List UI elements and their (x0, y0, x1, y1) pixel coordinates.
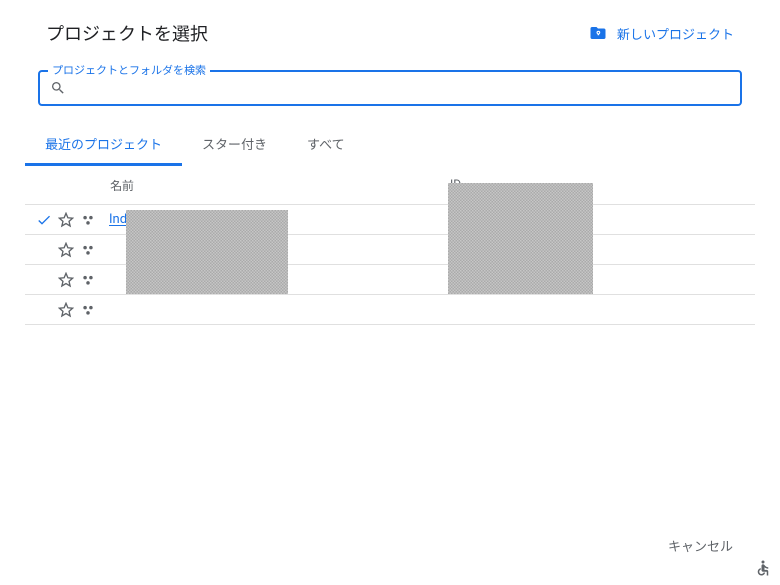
column-header-name[interactable]: 名前 (110, 177, 450, 194)
search-container: プロジェクトとフォルダを検索 (38, 70, 742, 106)
help-icon[interactable]: ? (164, 213, 178, 227)
project-type-icon (77, 303, 99, 317)
star-icon[interactable] (55, 272, 77, 288)
star-icon[interactable] (55, 212, 77, 228)
project-type-icon (77, 273, 99, 287)
star-icon[interactable] (55, 302, 77, 318)
table-header: 名前 ID (25, 167, 755, 205)
project-type-icon (77, 213, 99, 227)
new-project-button[interactable]: 新しいプロジェクト (589, 24, 734, 43)
project-table: 名前 ID Indexing ? (25, 167, 755, 325)
tabs: 最近のプロジェクト スター付き すべて (25, 124, 755, 167)
search-input[interactable] (74, 80, 730, 96)
search-icon (50, 80, 66, 96)
project-name-link[interactable]: Indexing (109, 212, 158, 227)
new-project-label: 新しいプロジェクト (617, 24, 734, 43)
cancel-button[interactable]: キャンセル (656, 528, 745, 563)
tab-recent[interactable]: 最近のプロジェクト (25, 124, 182, 166)
project-type-icon (77, 243, 99, 257)
search-legend: プロジェクトとフォルダを検索 (48, 62, 210, 78)
table-row[interactable] (25, 235, 755, 265)
tab-all[interactable]: すべて (287, 124, 365, 166)
table-row[interactable] (25, 295, 755, 325)
dialog-title: プロジェクトを選択 (46, 20, 208, 46)
tab-starred[interactable]: スター付き (182, 124, 287, 166)
table-row[interactable] (25, 265, 755, 295)
star-icon[interactable] (55, 242, 77, 258)
table-row[interactable]: Indexing ? (25, 205, 755, 235)
accessibility-icon[interactable] (754, 559, 772, 577)
check-icon (33, 212, 55, 228)
column-header-id[interactable]: ID (450, 177, 461, 194)
new-project-folder-icon (589, 24, 607, 42)
